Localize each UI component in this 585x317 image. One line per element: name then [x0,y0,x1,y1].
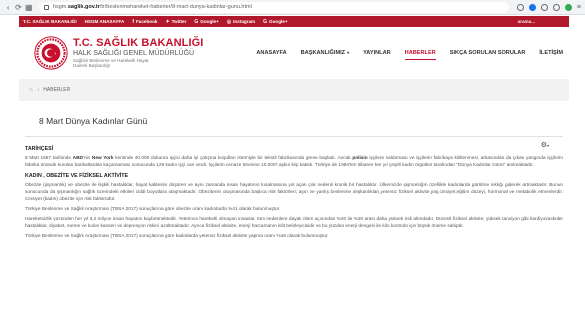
main-nav: ANASAYFA BAŞKANLIĞIMIZ ▾ YAYINLAR HABERLE… [242,47,563,60]
instagram-icon: ◎ [226,18,232,25]
nav-anasayfa[interactable]: ANASAYFA [256,47,286,59]
nav-yayinlar[interactable]: YAYINLAR [363,47,391,59]
twitter-icon: ✦ [165,18,170,25]
url-host: saglik.gov.tr [67,4,100,10]
paragraph-inactivity: Hareketsizlik yüzünden her yıl 3,2 milyo… [25,217,563,229]
ministry-logo[interactable] [34,36,68,70]
extension-icon[interactable] [528,3,536,11]
topbar-link-bakanlik[interactable]: T.C. SAĞLIK BAKANLIĞI [23,19,77,24]
nav-haberler[interactable]: HABERLER [404,47,436,60]
breadcrumb: ⌂ › HABERLER [19,79,569,101]
topbar-link-googleplus-2[interactable]: G Google+ [263,19,287,25]
screenshot-icon[interactable] [516,3,524,11]
play-icon[interactable] [540,3,548,11]
menu-icon[interactable]: ≡ [577,4,581,11]
gear-icon[interactable]: ⚙▾ [541,141,549,149]
brand-department: Sağlıklı Beslenme ve Hareketli Hayat Dai… [73,57,149,68]
grid-icon[interactable]: ▦ [25,2,33,12]
paragraph-tbsa-obesity: Türkiye Beslenme ve Sağlık Araştırması (… [25,207,281,212]
nav-iletisim[interactable]: İLETİŞİM [539,47,563,59]
top-link-bar: T.C. SAĞLIK BAKANLIĞI HSGM ANASAYFA f Fac… [19,16,569,27]
paragraph-obesity: Obezite (şişmanlık) ve obezite ile ilişk… [25,183,563,202]
brand-block[interactable]: T.C. SAĞLIK BAKANLIĞI HALK SAĞLIĞI GENEL… [73,36,204,69]
url-path: /tr/beslenmehareket-haberler/8-mart-duny… [99,4,252,10]
chevron-down-icon: ▾ [347,50,350,55]
breadcrumb-separator: › [37,87,40,93]
google-plus-icon: G [263,18,268,25]
section-heading-history: TARİHÇESİ [25,146,54,152]
brand-title: T.C. SAĞLIK BAKANLIĞI [73,36,204,49]
topbar-link-twitter[interactable]: ✦ Twitter [165,19,186,25]
address-bar[interactable]: hsgm. saglik.gov.tr/tr/beslenmehareket-ha… [38,1,509,13]
back-icon[interactable]: ‹ [4,2,12,12]
site-header: T.C. SAĞLIK BAKANLIĞI HALK SAĞLIĞI GENEL… [19,28,569,78]
heart-icon[interactable] [552,3,560,11]
browser-toolbar: ‹ ⟳ ▦ hsgm. saglik.gov.tr/tr/beslenmehare… [0,0,585,15]
article-body: TARİHÇESİ 8 Mart 1857 tarihinde ABD'nin … [25,137,563,240]
page-title: 8 Mart Dünya Kadınlar Günü [39,116,148,126]
section-heading-obesity: KADIN , OBEZİTE VE FİZİKSEL AKTİVİTE [25,173,129,179]
nav-baskanligimiz[interactable]: BAŞKANLIĞIMIZ ▾ [301,47,349,59]
lock-icon [43,4,49,10]
google-plus-icon: G [194,18,199,25]
brand-subtitle: HALK SAĞLIĞI GENEL MÜDÜRLÜĞÜ [73,49,195,57]
topbar-link-googleplus[interactable]: G Google+ [194,19,218,25]
main-content: 8 Mart Dünya Kadınlar Günü ⚙▾ TARİHÇESİ … [19,101,569,317]
search-field[interactable]: arama... [518,19,535,24]
topbar-link-hsgm[interactable]: HSGM ANASAYFA [85,19,125,24]
paragraph-tbsa-activity: Türkiye Beslenme ve Sağlık Araştırması (… [25,234,329,239]
url-prefix: hsgm. [52,4,68,10]
paragraph-history: 8 Mart 1857 tarihinde ABD'nin New York k… [25,156,564,168]
topbar-link-instagram[interactable]: ◎ Instagram [227,19,255,25]
profile-icon[interactable] [564,3,572,11]
home-icon[interactable]: ⌂ [29,87,33,93]
topbar-link-facebook[interactable]: f Facebook [132,19,157,25]
nav-sss[interactable]: SIKÇA SORULAN SORULAR [450,47,526,59]
facebook-icon: f [132,18,134,25]
breadcrumb-current[interactable]: HABERLER [43,87,70,93]
reload-icon[interactable]: ⟳ [14,2,22,12]
